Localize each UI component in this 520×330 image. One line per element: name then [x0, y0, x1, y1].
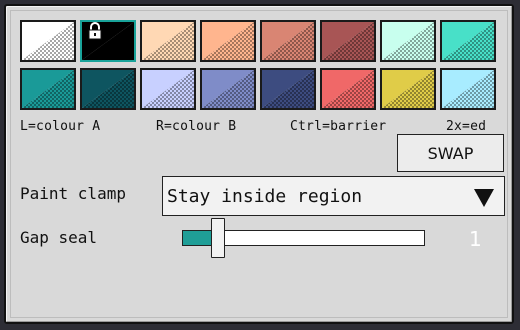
lock-icon: [88, 22, 102, 40]
swap-button[interactable]: SWAP: [397, 134, 504, 172]
hint-left-click: L=colour A: [20, 119, 101, 134]
gap-seal-value: 1: [469, 227, 482, 251]
swatch-turquoise[interactable]: [440, 20, 496, 62]
swatch-teal[interactable]: [20, 68, 76, 110]
swatch-white[interactable]: [20, 20, 76, 62]
swatch-salmon[interactable]: [200, 20, 256, 62]
swatch-mustard[interactable]: [380, 68, 436, 110]
paint-clamp-dropdown[interactable]: Stay inside region: [162, 176, 505, 216]
swatch-peach[interactable]: [140, 20, 196, 62]
colour-panel: L=colour A R=colour B Ctrl=barrier 2x=ed…: [4, 4, 514, 324]
swatch-dark-teal[interactable]: [80, 68, 136, 110]
hint-double-click: 2x=ed: [446, 119, 487, 134]
gap-seal-slider-fill: [183, 231, 213, 245]
swatch-brick-red[interactable]: [320, 20, 376, 62]
gap-seal-label: Gap seal: [20, 228, 98, 247]
hint-right-click: R=colour B: [156, 119, 237, 134]
paint-clamp-value: Stay inside region: [167, 185, 363, 207]
gap-seal-slider-thumb[interactable]: [211, 218, 226, 258]
caret-down-icon: [474, 189, 494, 207]
paint-clamp-label: Paint clamp: [20, 184, 126, 203]
swatch-lavender[interactable]: [140, 68, 196, 110]
hint-ctrl-click: Ctrl=barrier: [290, 119, 387, 134]
swatch-terracotta[interactable]: [260, 20, 316, 62]
swatch-coral-red[interactable]: [320, 68, 376, 110]
swatch-periwinkle[interactable]: [200, 68, 256, 110]
swatch-sky-blue[interactable]: [440, 68, 496, 110]
swatch-navy[interactable]: [260, 68, 316, 110]
swatch-mint[interactable]: [380, 20, 436, 62]
